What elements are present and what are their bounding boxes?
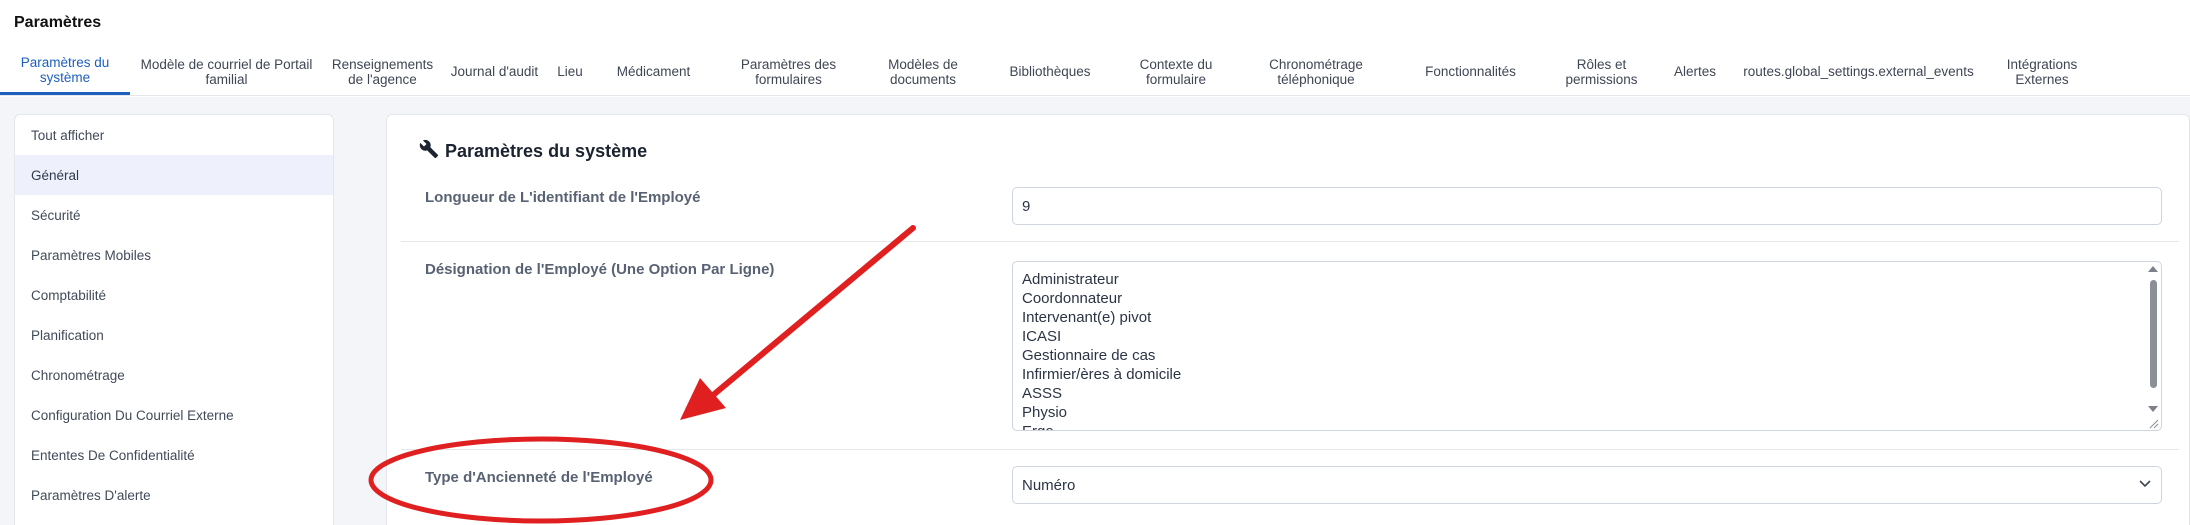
- designation-line: Coordonnateur: [1022, 290, 1123, 307]
- designation-line: ICASI: [1022, 328, 1062, 345]
- scroll-up-arrow-icon[interactable]: [2148, 266, 2158, 272]
- tab-external-events[interactable]: routes.global_settings.external_events: [1731, 50, 1986, 95]
- divider: [401, 241, 2179, 242]
- tab-medication[interactable]: Médicament: [593, 50, 714, 95]
- sidebar-item-scheduling[interactable]: Planification: [15, 315, 333, 355]
- tab-libraries[interactable]: Bibliothèques: [983, 50, 1117, 95]
- settings-tabs: Paramètres du système Modèle de courriel…: [0, 50, 2190, 96]
- seniority-type-select[interactable]: Numéro: [1012, 466, 2162, 504]
- tab-document-templates[interactable]: Modèles de documents: [863, 50, 983, 95]
- system-settings-panel: Paramètres du système Longueur de L'iden…: [386, 114, 2190, 525]
- scroll-down-arrow-icon[interactable]: [2148, 406, 2158, 412]
- designation-line: Infirmier/ères à domicile: [1022, 366, 1182, 383]
- tab-alerts[interactable]: Alertes: [1659, 50, 1731, 95]
- tab-agency-info[interactable]: Renseignements de l'agence: [323, 50, 442, 95]
- designation-line: Physio: [1022, 404, 1068, 421]
- page-title: Paramètres: [14, 14, 102, 31]
- tab-form-settings[interactable]: Paramètres des formulaires: [714, 50, 863, 95]
- chevron-down-icon: [2138, 476, 2152, 494]
- settings-sidebar: Tout afficher Général Sécurité Paramètre…: [14, 114, 334, 525]
- sidebar-item-security[interactable]: Sécurité: [15, 195, 333, 235]
- tab-phone-timekeeping[interactable]: Chronométrage téléphonique: [1235, 50, 1397, 95]
- divider: [401, 449, 2179, 450]
- resize-grip-icon[interactable]: [2147, 416, 2159, 429]
- sidebar-item-accounting[interactable]: Comptabilité: [15, 275, 333, 315]
- tab-location[interactable]: Lieu: [547, 50, 593, 95]
- tab-roles-permissions[interactable]: Rôles et permissions: [1544, 50, 1659, 95]
- textarea-lines: Administrateur Coordonnateur Intervenant…: [1022, 270, 1182, 430]
- sidebar-item-general[interactable]: Général: [15, 155, 333, 195]
- seniority-type-value: Numéro: [1022, 476, 1076, 494]
- employee-id-length-input[interactable]: 9: [1012, 187, 2162, 225]
- employee-designation-textarea[interactable]: Administrateur Coordonnateur Intervenant…: [1012, 261, 2162, 431]
- designation-line: ASSS: [1022, 385, 1063, 402]
- textarea-scrollbar[interactable]: [2147, 266, 2159, 416]
- tab-features[interactable]: Fonctionnalités: [1397, 50, 1544, 95]
- sidebar-item-show-all[interactable]: Tout afficher: [15, 115, 333, 155]
- designation-line: Gestionnaire de cas: [1022, 347, 1156, 364]
- tab-form-context[interactable]: Contexte du formulaire: [1117, 50, 1235, 95]
- tab-audit-log[interactable]: Journal d'audit: [442, 50, 547, 95]
- panel-title: Paramètres du système: [419, 139, 647, 164]
- sidebar-item-alert-settings[interactable]: Paramètres D'alerte: [15, 475, 333, 515]
- tab-external-integrations[interactable]: Intégrations Externes: [1986, 50, 2098, 95]
- designation-line: Administrateur: [1022, 271, 1119, 288]
- designation-line: Intervenant(e) pivot: [1022, 309, 1152, 326]
- sidebar-item-confidentiality-agreements[interactable]: Ententes De Confidentialité: [15, 435, 333, 475]
- tab-system-settings[interactable]: Paramètres du système: [0, 50, 130, 95]
- sidebar-item-mobile-settings[interactable]: Paramètres Mobiles: [15, 235, 333, 275]
- sidebar-item-timekeeping[interactable]: Chronométrage: [15, 355, 333, 395]
- scrollbar-thumb[interactable]: [2150, 280, 2157, 388]
- seniority-type-label: Type d'Ancienneté de l'Employé: [425, 469, 653, 486]
- wrench-icon: [419, 139, 439, 164]
- tab-family-portal-email-template[interactable]: Modèle de courriel de Portail familial: [130, 50, 323, 95]
- employee-id-length-label: Longueur de L'identifiant de l'Employé: [425, 189, 701, 206]
- sidebar-item-external-email-config[interactable]: Configuration Du Courriel Externe: [15, 395, 333, 435]
- designation-line: Ergo: [1022, 422, 1181, 430]
- employee-designation-label: Désignation de l'Employé (Une Option Par…: [425, 261, 775, 278]
- panel-title-text: Paramètres du système: [445, 141, 648, 161]
